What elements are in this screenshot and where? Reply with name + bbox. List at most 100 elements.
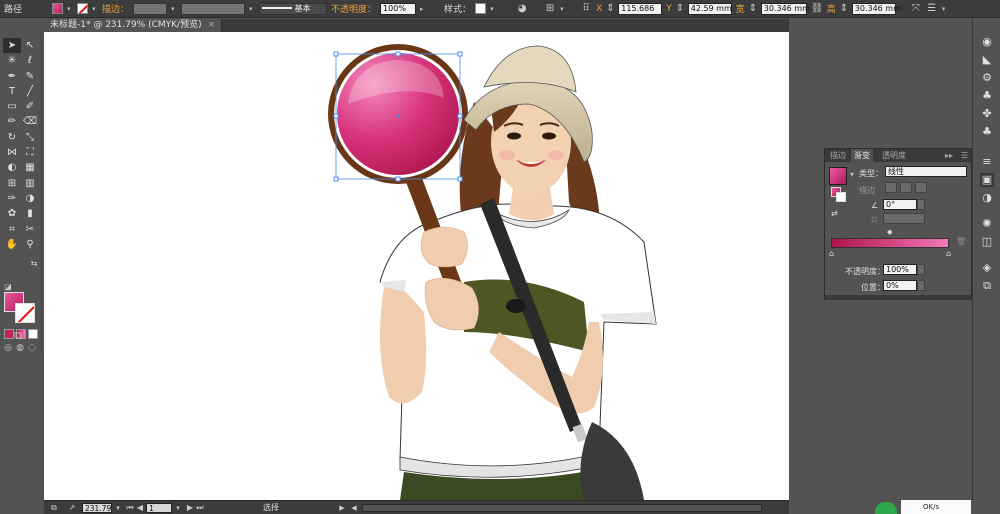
stop-location-field[interactable]: 0% — [883, 280, 917, 291]
pen-tool-icon[interactable]: ✒ — [3, 69, 21, 84]
horizontal-scrollbar[interactable] — [362, 504, 762, 512]
reverse-gradient-icon[interactable]: ⇄ — [831, 209, 838, 218]
artboard-number-field[interactable]: 1 — [146, 503, 172, 513]
gradient-panel-icon[interactable]: ▣ — [980, 173, 994, 187]
none-mode-icon[interactable] — [28, 329, 38, 339]
artboard-tool-icon[interactable]: ⌗ — [3, 222, 21, 237]
y-field[interactable]: 42.59 mm — [687, 2, 732, 15]
recolor-artwork-icon[interactable]: ◕ — [516, 3, 528, 15]
opacity-label[interactable]: 不透明度： — [331, 2, 376, 15]
appearance-icon[interactable]: ✺ — [980, 217, 994, 231]
align-options-icon[interactable]: ⊞ — [544, 3, 556, 15]
brushes-icon[interactable]: ♣ — [980, 89, 994, 103]
brush-definition-field[interactable]: 基本 — [259, 2, 328, 15]
tab-stroke[interactable]: 描边 — [830, 149, 846, 162]
slice-tool-icon[interactable]: ✂ — [21, 222, 39, 237]
rectangle-tool-icon[interactable]: ▭ — [3, 99, 21, 114]
right-color-stop[interactable]: ⌂ — [946, 249, 951, 258]
tab-transparency[interactable]: 透明度 — [882, 149, 906, 162]
draw-behind-icon[interactable]: ◍ — [14, 342, 26, 354]
reference-point-icon[interactable]: ⠿ — [580, 3, 592, 15]
gradient-preview-dropdown-icon[interactable]: ▾ — [850, 170, 854, 179]
stop-opacity-field[interactable]: 100% — [883, 264, 917, 275]
screen-mode-icon[interactable]: ⧉ — [12, 330, 24, 342]
stroke-weight-dropdown-icon[interactable]: ▾ — [171, 5, 177, 13]
angle-dropdown-icon[interactable] — [917, 199, 925, 210]
aspect-ratio-field[interactable] — [883, 213, 925, 224]
last-artboard-icon[interactable]: ⏭ — [194, 502, 206, 514]
stroke-dropdown-icon[interactable]: ▾ — [92, 5, 98, 13]
stroke-panel-icon[interactable]: ≡ — [980, 155, 994, 169]
height-label[interactable]: 高 — [827, 2, 836, 15]
constrain-proportions-icon[interactable]: ⛓ — [811, 3, 824, 15]
graphic-style-swatch[interactable] — [475, 3, 487, 14]
gradient-preview-swatch[interactable] — [829, 167, 847, 185]
height-field[interactable]: 30.346 mm — [851, 2, 901, 15]
stroke-weight-field[interactable] — [133, 2, 168, 15]
gradient-tool-icon[interactable]: ▥ — [21, 176, 39, 191]
column-graph-tool-icon[interactable]: ▮ — [21, 206, 39, 221]
width-tool-icon[interactable]: ⋈ — [3, 145, 21, 160]
y-stepper-icon[interactable]: ⇕ — [676, 3, 684, 15]
artboard-dropdown-icon[interactable]: ▾ — [172, 502, 184, 514]
zoom-dropdown-icon[interactable]: ▾ — [112, 502, 124, 514]
previous-artboard-icon[interactable]: ◀ — [134, 502, 146, 514]
stop-location-dropdown-icon[interactable] — [917, 280, 925, 291]
draw-mode-icon[interactable]: ◎ — [2, 342, 14, 354]
stroke-gradient-across-icon[interactable] — [915, 182, 927, 193]
selection-tool-icon[interactable]: ➤ — [3, 38, 21, 54]
free-transform-tool-icon[interactable]: ⛶ — [21, 145, 39, 160]
rotate-tool-icon[interactable]: ↻ — [3, 130, 21, 145]
panel-resize-grip[interactable] — [825, 295, 971, 300]
scroll-left-icon[interactable]: ◀ — [348, 502, 360, 514]
delete-stop-icon[interactable]: 🗑 — [956, 237, 966, 246]
blend-tool-icon[interactable]: ◑ — [21, 191, 39, 206]
gradient-type-select[interactable]: 线性 — [885, 166, 967, 177]
symbols-icon[interactable]: ✤ — [980, 107, 994, 121]
close-tab-icon[interactable]: × — [208, 20, 216, 30]
share-icon[interactable]: ↗ — [66, 502, 78, 514]
zoom-tool-icon[interactable]: ⚲ — [21, 237, 39, 252]
document-tab[interactable]: 未标题-1* @ 231.79% (CMYK/预览) × — [44, 19, 223, 32]
draw-inside-icon[interactable]: ◌ — [26, 342, 38, 354]
variable-width-profile-field[interactable] — [181, 2, 246, 15]
stroke-weight-label[interactable]: 描边： — [102, 2, 129, 15]
panel-menu-icon[interactable]: ☰ — [961, 149, 968, 162]
status-menu-icon[interactable]: ▶ — [336, 502, 348, 514]
default-colors-icon[interactable]: ◪ — [2, 281, 14, 293]
line-segment-tool-icon[interactable]: ╱ — [21, 84, 39, 99]
artboard-canvas[interactable] — [44, 32, 789, 500]
x-label[interactable]: X — [596, 4, 602, 14]
swatches-icon[interactable]: ⚙ — [980, 71, 994, 85]
transform-panel-icon[interactable]: ◫ — [980, 235, 994, 249]
x-stepper-icon[interactable]: ⇕ — [606, 3, 614, 15]
zoom-field[interactable]: 231.79 — [82, 503, 112, 513]
midpoint-diamond-icon[interactable]: ◆ — [887, 228, 892, 236]
fill-swatch[interactable] — [52, 3, 64, 14]
eyedropper-tool-icon[interactable]: ✑ — [3, 191, 21, 206]
transform-icon[interactable]: ⤧ — [910, 3, 922, 15]
left-color-stop[interactable]: ⌂ — [829, 249, 834, 258]
x-field[interactable]: 115.686 — [618, 2, 663, 15]
layers-icon[interactable]: ◈ — [980, 261, 994, 275]
scale-tool-icon[interactable]: ⤡ — [21, 130, 39, 145]
width-stepper-icon[interactable]: ⇕ — [749, 3, 757, 15]
stop-opacity-dropdown-icon[interactable] — [917, 264, 925, 275]
color-panel-icon[interactable]: ◣ — [980, 53, 994, 67]
panel-menu-dropdown-icon[interactable]: ▾ — [942, 5, 948, 13]
width-profile-dropdown-icon[interactable]: ▾ — [249, 5, 255, 13]
opacity-field[interactable]: 100% — [380, 2, 417, 15]
zoom-menu-icon[interactable]: ⧉ — [48, 502, 60, 514]
panel-menu-icon[interactable]: ☰ — [926, 3, 938, 15]
panel-collapse-icon[interactable]: ▸▸ — [945, 149, 953, 162]
stroke-gradient-within-icon[interactable] — [885, 182, 897, 193]
stroke-color-swatch[interactable] — [15, 303, 35, 323]
mesh-tool-icon[interactable]: ⊞ — [3, 176, 21, 191]
gradient-slider[interactable] — [831, 238, 949, 248]
opacity-dropdown-icon[interactable]: ▸ — [420, 5, 426, 13]
stroke-swatch[interactable] — [77, 3, 89, 14]
symbol-sprayer-tool-icon[interactable]: ✿ — [3, 206, 21, 221]
style-dropdown-icon[interactable]: ▾ — [490, 5, 496, 13]
paintbrush-tool-icon[interactable]: ✐ — [21, 99, 39, 114]
hand-tool-icon[interactable]: ✋ — [3, 237, 21, 252]
